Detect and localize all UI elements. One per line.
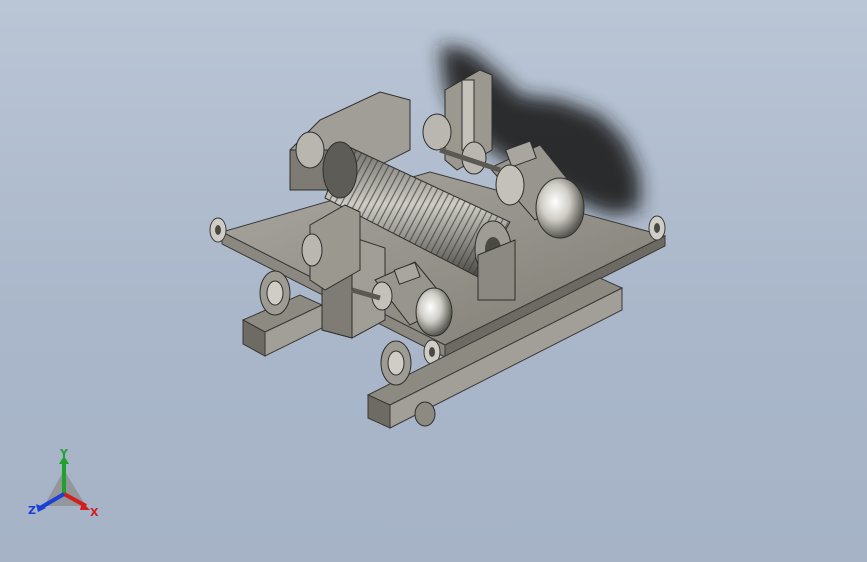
- orientation-triad[interactable]: Y X Z: [26, 448, 106, 524]
- graphics-viewport[interactable]: Y X Z: [0, 0, 867, 562]
- z-axis-label: Z: [28, 504, 36, 517]
- travel-wheel-left: [259, 270, 291, 316]
- travel-wheel-bottom: [414, 401, 436, 427]
- winch-trolley-model[interactable]: [0, 0, 867, 562]
- y-axis-label: Y: [59, 448, 69, 460]
- x-axis-label: X: [90, 506, 99, 519]
- lifting-lug-left: [209, 217, 227, 243]
- lifting-lug-right: [648, 215, 666, 241]
- travel-wheel-right: [380, 340, 412, 386]
